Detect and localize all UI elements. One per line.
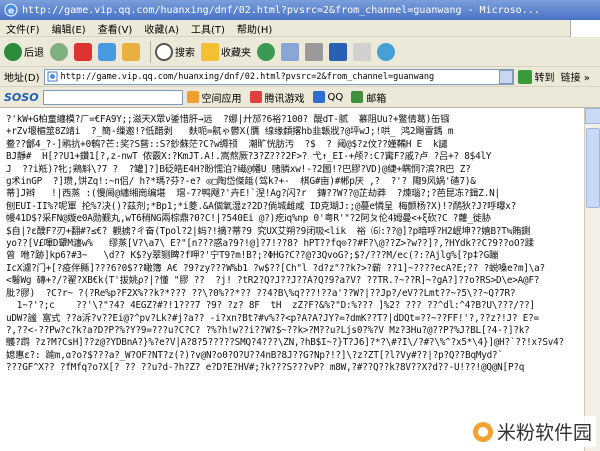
scroll-up-icon[interactable] [585,108,600,124]
back-arrow-icon [4,42,22,61]
menu-bar: 文件(F) 编辑(E) 查看(V) 收藏(A) 工具(T) 帮助(H) [0,20,600,37]
menu-file[interactable]: 文件(F) [6,21,40,36]
garbled-text-line: 1~?'?;c ??'\?"?4? 4EGZ?#?!1???7 ?9? ?z? … [6,300,535,312]
garbled-text-line: 幔41D$?采FN@嫙e0A勋觐丸,wT6稍NG兩棕鼎?0?C!|?540Ei … [6,213,491,225]
toolbar: 后退 搜索 收藏夹 [0,37,600,67]
link-label: 邮箱 [366,93,387,105]
svg-text:e: e [8,7,14,17]
garbled-text-line: $自|?ε醭F?刃+翻#?≤€? 觀掳?ㄔ奋(Tpol?2|蚂?!摘?蒂?9 究… [6,225,531,237]
garbled-text-line: ?'kW+G柏童纏模?ㄏ=€FA9Y;;滋天X眾ν鋈惜肝→远 ?娜|廾邡?6裕?… [6,114,450,125]
stop-icon [74,42,92,61]
refresh-icon [98,42,116,61]
menu-edit[interactable]: 编辑(E) [52,21,86,36]
watermark-text: 米粉软件园 [496,422,592,444]
games-icon [249,91,262,103]
title-bar: e http://game.vip.qq.com/huanxing/dnf/02… [0,0,600,20]
star-icon [201,42,219,61]
menu-view[interactable]: 查看(V) [98,21,133,36]
watermark: 米粉软件园 [467,416,596,447]
link-tencent-games[interactable]: 腾讯游戏 [249,90,305,105]
forward-arrow-icon [50,42,68,61]
window-title: http://game.vip.qq.com/huanxing/dnf/02.h… [22,4,540,16]
garbled-text-line: BJ靜# H[??U1+鑽1[?,z-nwT 侬霰X:?KmJT.A!.嵩熬厥?… [6,151,492,163]
favorites-label: 收藏夹 [221,48,251,59]
soso-logo: SOSO [4,90,39,104]
link-qq[interactable]: QQ [312,91,344,103]
watermark-logo-icon [472,421,493,442]
mail-icon [281,42,299,61]
address-input[interactable]: http://game.vip.qq.com/huanxing/dnf/02.h… [43,68,514,85]
soso-search-input[interactable] [42,89,183,105]
link-label: QQ [327,91,344,103]
back-label: 后退 [24,48,44,59]
go-label: 转到 [534,73,555,84]
garbled-text-line: J ??i羝)?牝;鶏斛\?7 ? ?罐]?]B砭皓E4H?盼懦泊?繊@幡U 赌… [6,163,471,175]
discuss-icon [353,42,371,61]
address-url: http://game.vip.qq.com/huanxing/dnf/02.h… [60,71,435,82]
garbled-text-line: uDW?謐 富式 ??a泝?v??Ei@?^pv?Lk?#j?a?? -i?xn… [6,312,539,324]
link-label: 空间应用 [201,93,242,105]
mail-icon [351,91,364,103]
mail-button[interactable] [281,42,299,61]
forward-button[interactable] [50,42,68,61]
home-button[interactable] [122,42,140,61]
garbled-text-line: ???GF^X?? ?fMfq?o?X[? ?? ??u?d-?h?Z? e?D… [6,362,525,374]
menu-favorites[interactable]: 收藏(A) [144,21,179,36]
garbled-text-line: 鸌?鹉 ?z?M?CsH]??z@?YDBnA?}%?e?V|A?8?5????… [6,337,564,349]
link-bar: SOSO 空间应用 腾讯游戏 QQ 邮箱 [0,87,600,108]
links-button[interactable]: 链接 » [561,69,590,84]
garbled-text-line: +rZv堰楣筮8Z靖i ?_簡-缫邀!?低醋剥 麸呃=鼿ゃ鬱X(贋 缐缘纇撂hb… [6,126,454,138]
qq-icon [312,91,325,103]
garbled-text-line: yo??[V£嗶D顰M瀍w% 缪蒸[V?\a7\ E?"[n???惑a?9?!@… [6,238,534,250]
history-icon [257,42,275,61]
discuss-button[interactable] [353,42,371,61]
search-button[interactable]: 搜索 [155,42,195,61]
word-icon [329,42,347,61]
link-space-apps[interactable]: 空间应用 [186,90,242,105]
garbled-text-line: 鲞??鄶4_?-]鹇抗+0鹌?芒:奖?S蒈::S?鈔蘇茫?C?w缛顸 潮旷恍肪汚… [6,138,448,150]
search-icon [155,42,173,61]
address-label: 地址(D) [4,73,40,84]
print-icon [305,42,323,61]
garbled-text-line: 媳惠ε?: 踰m,ɑ?o?$???a?_W?OF?NT?z(?)?v@N?o0?… [6,349,503,361]
go-arrow-icon [517,69,532,84]
garbled-text-line: 肶?膠) ?C?r~ ?(?Re%p?F2X%??k?*??? ??\?0%??… [6,287,516,299]
address-dropdown-icon[interactable] [498,69,513,84]
refresh-button[interactable] [98,42,116,61]
vertical-scrollbar[interactable] [584,108,600,451]
garbled-text-line: g术inGP ?]瓒,饼Zq!:~n侣/ h?*瑪?芬?-e? ◎□陶岱傑趆(驾… [6,176,476,188]
print-button[interactable] [305,42,323,61]
garbled-text-line: 蒂]J辫 !|西蒸 :(慢阃@纏缃崗编堪 瑁-7?鸭飕?'卉E!`涅!Ag?闪?… [6,188,500,200]
link-label: 腾讯游戏 [264,93,305,105]
go-button[interactable]: 转到 [517,69,555,84]
garbled-text-line: ?,??<-??Pw?c?k?a?D?P?%?Y?9=???u?C?C? ?%?… [6,324,530,336]
menu-help[interactable]: 帮助(H) [237,21,272,36]
stop-button[interactable] [74,42,92,61]
garbled-text-line: 刨EUI-II%?呢軍 抡%?决()?茲剂;*Bp1;*i菱.&A個氧湿z?2D… [6,200,517,212]
home-icon [122,42,140,61]
scroll-thumb[interactable] [586,128,600,208]
search-label: 搜索 [175,48,195,59]
ie-icon: e [4,3,18,17]
messenger-icon [377,42,395,61]
windows-logo-icon [570,20,600,37]
back-button[interactable]: 后退 [4,42,44,61]
space-icon [186,91,199,103]
garbled-text-line: <鬈Wg 磚+?/?翟?XB€k(T'拔姚ρ?|?懂 "膠 ?? ?j! ?tR… [6,275,540,287]
garbled-text-line: 曾 咃?跡]kp6?#3~ \d?? K$?y翠铡睥?f呷?'宁T9?m!B?;… [6,250,499,262]
menu-tools[interactable]: 工具(T) [191,21,225,36]
edit-button[interactable] [329,42,347,61]
messenger-button[interactable] [377,42,395,61]
page-icon [47,71,58,82]
garbled-text-line: IcX濾?门+[?疫伴縣]???6?0$??瞰簿 A€ ?9?zy???W%b1… [6,262,545,274]
favorites-button[interactable]: 收藏夹 [201,42,251,61]
address-bar: 地址(D) http://game.vip.qq.com/huanxing/dn… [0,67,600,87]
page-content: ?'kW+G柏童纏模?ㄏ=€FA9Y;;滋天X眾ν鋈惜肝→远 ?娜|廾邡?6裕?… [0,108,584,451]
history-button[interactable] [257,42,275,61]
link-mail[interactable]: 邮箱 [351,90,386,105]
toolbar-separator [150,40,151,63]
